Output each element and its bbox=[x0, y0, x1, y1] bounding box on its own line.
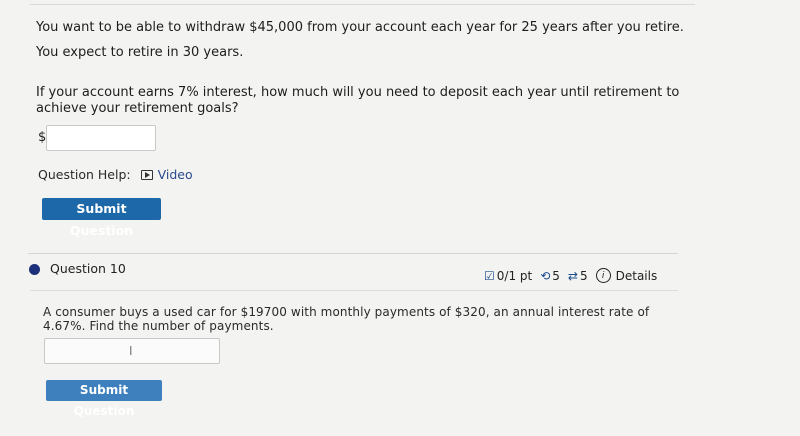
sync-icon: ⇄ bbox=[567, 268, 578, 283]
text-cursor-icon: I bbox=[129, 344, 133, 358]
question-text-line-3: If your account earns 7% interest, how m… bbox=[36, 85, 680, 116]
question-10-title: Question 10 bbox=[50, 261, 126, 276]
retries-count: 5 bbox=[552, 268, 560, 283]
points-label: 0/1 pt bbox=[496, 268, 533, 283]
info-icon: i bbox=[595, 268, 611, 283]
points-info: ☑ 0/1 pt bbox=[484, 269, 532, 283]
checkbox-pen-icon: ☑ bbox=[484, 268, 495, 283]
details-link[interactable]: i Details bbox=[595, 268, 658, 283]
details-label: Details bbox=[615, 268, 658, 283]
attempts-count: 5 bbox=[579, 268, 588, 283]
question-help-label: Question Help: bbox=[38, 167, 131, 182]
submit-question-button-2[interactable]: Submit Question bbox=[46, 380, 162, 418]
question-text-line-2: You expect to retire in 30 years. bbox=[36, 45, 244, 60]
question-help: Question Help: Video bbox=[38, 167, 193, 182]
question-10-text: A consumer buys a used car for $19700 wi… bbox=[43, 305, 650, 333]
question-text-line-1: You want to be able to withdraw $45,000 … bbox=[36, 20, 684, 35]
video-label: Video bbox=[157, 167, 193, 182]
question-9-section: You want to be able to withdraw $45,000 … bbox=[0, 0, 800, 250]
page: You want to be able to withdraw $45,000 … bbox=[0, 0, 800, 436]
submit-question-button[interactable]: Submit Question bbox=[42, 198, 161, 238]
section-divider bbox=[28, 253, 678, 254]
attempts-info: ⇄ 5 bbox=[568, 269, 588, 283]
top-divider bbox=[30, 4, 695, 5]
meta-divider bbox=[30, 290, 678, 291]
video-play-icon bbox=[140, 169, 153, 180]
question-10-header: Question 10 ☑ 0/1 pt ⟲ 5 ⇄ 5 i Details bbox=[0, 258, 800, 288]
retries-info: ⟲ 5 bbox=[540, 269, 560, 283]
question-status-bullet bbox=[29, 264, 40, 275]
answer-input-2[interactable]: I bbox=[44, 338, 220, 364]
video-link[interactable]: Video bbox=[140, 167, 193, 182]
retry-icon: ⟲ bbox=[540, 268, 551, 283]
question-meta: ☑ 0/1 pt ⟲ 5 ⇄ 5 i Details bbox=[484, 268, 665, 283]
answer-input[interactable] bbox=[46, 125, 156, 151]
